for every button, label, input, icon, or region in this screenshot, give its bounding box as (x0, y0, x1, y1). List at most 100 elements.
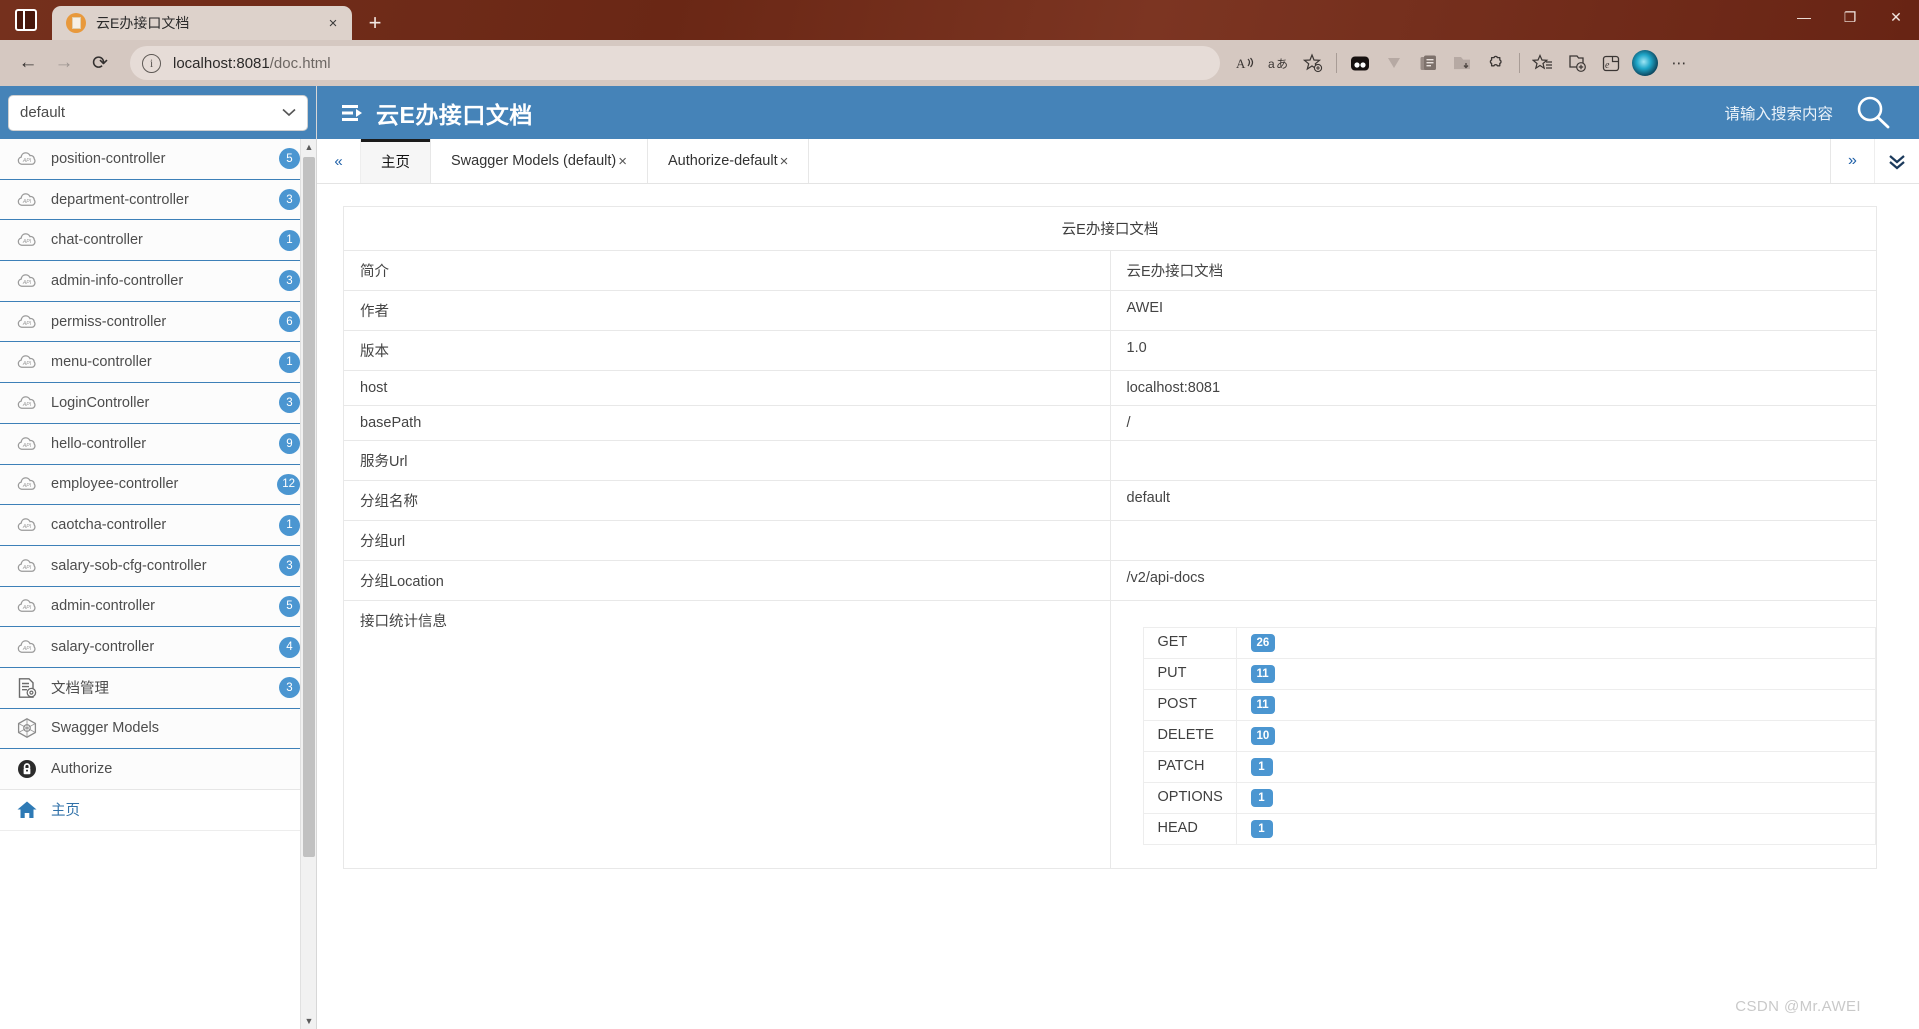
expand-tabs-button[interactable] (1875, 139, 1919, 183)
browser-titlebar: 云E办接口文档 × + — ❐ ✕ (0, 0, 1919, 40)
sidebar-item-position-controller[interactable]: API position-controller 5 (0, 139, 316, 180)
stats-row: PATCH 1 (1142, 751, 1876, 783)
split-screen-icon[interactable] (1343, 46, 1377, 80)
close-tab-icon[interactable]: × (320, 10, 346, 36)
sidebar-item-salary-controller[interactable]: API salary-controller 4 (0, 627, 316, 668)
http-method-cell: PATCH (1142, 751, 1237, 783)
close-window-button[interactable]: ✕ (1873, 0, 1919, 34)
favorites-icon[interactable] (1526, 46, 1560, 80)
stats-row: OPTIONS 1 (1142, 782, 1876, 814)
sidebar-item-menu-controller[interactable]: API menu-controller 1 (0, 342, 316, 384)
search-icon[interactable] (1853, 93, 1893, 133)
collapse-tabs-button[interactable]: « (317, 139, 361, 183)
sidebar-item-admin-info-controller[interactable]: API admin-info-controller 3 (0, 261, 316, 302)
sidebar-item-hello-controller[interactable]: API hello-controller 9 (0, 423, 316, 465)
translate-icon[interactable]: aあ (1262, 46, 1296, 80)
sidebar-item-department-controller[interactable]: API department-controller 3 (0, 179, 316, 221)
search-placeholder[interactable]: 请输入搜索内容 (1724, 102, 1833, 124)
scrollbar-thumb[interactable] (303, 157, 315, 857)
sidebar-item-badge: 1 (279, 514, 300, 536)
more-options-icon[interactable]: ⋯ (1662, 46, 1696, 80)
sidebar-item-[interactable]: 文档管理 3 (0, 667, 316, 709)
svg-text:API: API (22, 280, 32, 286)
sidebar-item-swagger-models[interactable]: Swagger Models (0, 708, 316, 750)
profile-avatar[interactable] (1628, 46, 1662, 80)
count-badge: 1 (1250, 820, 1273, 838)
close-doc-tab-icon[interactable]: × (618, 153, 627, 170)
site-info-icon[interactable]: i (142, 53, 161, 73)
svg-text:API: API (22, 605, 32, 611)
info-key-cell: 服务Url (343, 440, 1111, 481)
close-doc-tab-icon[interactable]: × (780, 153, 789, 170)
doc-content: 云E办接口文档 简介 云E办接口文档 作者 AWEI 版本 1.0 host localhost… (317, 184, 1919, 1029)
new-tab-button[interactable]: + (358, 6, 392, 40)
lock-icon (14, 758, 40, 780)
sidebar-item-permiss-controller[interactable]: API permiss-controller 6 (0, 301, 316, 343)
svg-text:API: API (22, 646, 32, 652)
sidebar: default API position-controller 5 API depart… (0, 86, 316, 1029)
sidebar-item-badge: 3 (279, 189, 300, 211)
address-bar[interactable]: i localhost:8081/doc.html (130, 46, 1220, 80)
sidebar-item-admin-controller[interactable]: API admin-controller 5 (0, 586, 316, 628)
scroll-up-arrow-icon[interactable]: ▲ (301, 139, 316, 155)
minimize-button[interactable]: — (1781, 0, 1827, 34)
info-value-cell: GET 26 PUT 11 POST 11 DELETE 10 PATCH 1 OPTIONS 1 HE… (1109, 600, 1877, 869)
sidebar-item-label: salary-sob-cfg-controller (51, 557, 207, 574)
table-row: 版本 1.0 (343, 330, 1877, 371)
read-aloud-icon[interactable]: A (1228, 46, 1262, 80)
sidebar-item-label: department-controller (51, 191, 189, 208)
extensions-icon[interactable] (1479, 46, 1513, 80)
count-badge: 26 (1250, 634, 1276, 652)
http-method-cell: DELETE (1142, 720, 1237, 752)
api-cloud-icon: API (14, 392, 40, 414)
sidebar-menu[interactable]: API position-controller 5 API department-con… (0, 139, 316, 1029)
reload-button[interactable]: ⟳ (82, 46, 118, 80)
http-method-count-cell: 1 (1235, 782, 1876, 814)
table-row: host localhost:8081 (343, 370, 1877, 406)
add-tab-group-icon[interactable] (1560, 46, 1594, 80)
http-method-cell: HEAD (1142, 813, 1237, 845)
table-row: 作者 AWEI (343, 290, 1877, 331)
sidebar-item-logincontroller[interactable]: API LoginController 3 (0, 383, 316, 424)
back-button[interactable]: ← (10, 46, 46, 80)
doc-tab-3[interactable]: Authorize-default × (648, 139, 810, 183)
info-key-cell: 分组Location (343, 560, 1111, 601)
sidebar-item-[interactable]: 主页 (0, 790, 316, 831)
sidebar-item-salary-sob-cfg-controller[interactable]: API salary-sob-cfg-controller 3 (0, 545, 316, 587)
api-cloud-icon: API (14, 595, 40, 617)
group-select[interactable]: default (8, 94, 308, 131)
sidebar-item-caotcha-controller[interactable]: API caotcha-controller 1 (0, 505, 316, 546)
sidebar-item-label: permiss-controller (51, 313, 167, 330)
info-value-cell: 1.0 (1109, 330, 1877, 371)
list-toggle-icon[interactable] (341, 103, 365, 123)
copilot-icon[interactable]: e (1594, 46, 1628, 80)
scroll-down-arrow-icon[interactable]: ▼ (301, 1013, 316, 1029)
sidebar-item-label: admin-controller (51, 598, 155, 615)
http-method-cell: POST (1142, 689, 1237, 721)
downloads-icon[interactable] (1377, 46, 1411, 80)
sidebar-item-chat-controller[interactable]: API chat-controller 1 (0, 220, 316, 262)
more-tabs-button[interactable]: » (1831, 139, 1875, 183)
table-row: 分组Location/v2/api-docs (343, 560, 1877, 601)
avatar (1632, 50, 1658, 76)
tab-collections-icon[interactable] (4, 0, 48, 40)
sidebar-item-authorize[interactable]: Authorize (0, 749, 316, 790)
add-favorite-icon[interactable] (1296, 46, 1330, 80)
sidebar-item-badge: 12 (277, 473, 300, 495)
url-path: /doc.html (269, 54, 331, 72)
browser-essentials-icon[interactable] (1445, 46, 1479, 80)
sidebar-item-employee-controller[interactable]: API employee-controller 12 (0, 464, 316, 506)
app-header: 云E办接口文档 请输入搜索内容 (317, 86, 1919, 139)
sidebar-scrollbar[interactable]: ▲ ▼ (300, 139, 316, 1029)
doc-tab-1[interactable]: 主页 (361, 139, 431, 183)
tabstrip-spacer (809, 139, 1831, 183)
api-cloud-icon: API (14, 270, 40, 292)
maximize-button[interactable]: ❐ (1827, 0, 1873, 34)
browser-tab[interactable]: 云E办接口文档 × (52, 6, 352, 40)
table-row: 分组url (343, 520, 1877, 561)
api-cloud-icon: API (14, 229, 40, 251)
toolbar-divider (1336, 53, 1337, 73)
table-title-row: 云E办接口文档 (343, 206, 1877, 251)
collections-icon[interactable] (1411, 46, 1445, 80)
doc-tab-2[interactable]: Swagger Models (default) × (431, 139, 648, 183)
